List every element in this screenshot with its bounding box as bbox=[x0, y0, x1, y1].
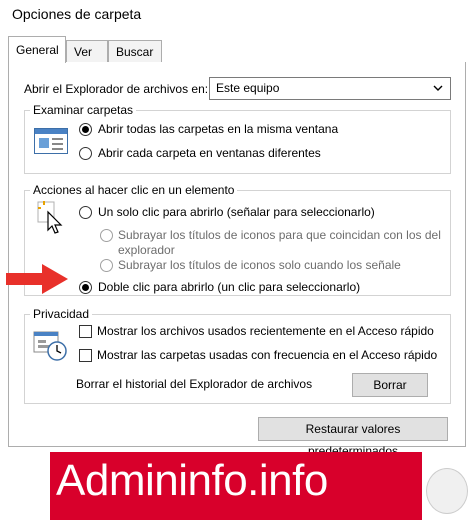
single-click-label: Un solo clic para abrirlo (señalar para … bbox=[98, 205, 375, 219]
different-windows-label: Abrir cada carpeta en ventanas diferente… bbox=[98, 146, 321, 160]
window-icon bbox=[34, 128, 68, 154]
window-title: Opciones de carpeta bbox=[12, 6, 142, 22]
privacy-folder-clock-icon bbox=[32, 328, 68, 362]
click-actions-legend: Acciones al hacer clic en un elemento bbox=[30, 183, 238, 197]
clear-history-button[interactable]: Borrar bbox=[352, 373, 428, 397]
frequent-folders-label: Mostrar las carpetas usadas con frecuenc… bbox=[97, 348, 438, 362]
tab-general[interactable]: General bbox=[8, 36, 66, 63]
checkbox-recent-files[interactable] bbox=[79, 325, 92, 338]
underline-hover-label: Subrayar los títulos de iconos solo cuan… bbox=[118, 258, 401, 272]
pointer-click-icon bbox=[36, 200, 66, 236]
watermark-logo bbox=[426, 468, 468, 514]
recent-files-label: Mostrar los archivos usados recientement… bbox=[97, 324, 434, 338]
same-window-label: Abrir todas las carpetas en la misma ven… bbox=[98, 122, 339, 136]
radio-single-click[interactable] bbox=[79, 206, 92, 219]
double-click-label: Doble clic para abrirlo (un clic para se… bbox=[98, 280, 361, 294]
browse-folders-group bbox=[24, 110, 451, 174]
checkbox-frequent-folders[interactable] bbox=[79, 349, 92, 362]
open-explorer-label: Abrir el Explorador de archivos en: bbox=[24, 82, 209, 96]
restore-defaults-button[interactable]: Restaurar valores predeterminados bbox=[258, 417, 448, 458]
tab-buscar[interactable]: Buscar bbox=[108, 40, 162, 62]
radio-same-window[interactable] bbox=[79, 123, 92, 136]
radio-underline-consistent[interactable] bbox=[100, 229, 113, 242]
clear-history-label: Borrar el historial del Explorador de ar… bbox=[76, 377, 313, 391]
red-arrow-icon bbox=[6, 264, 68, 294]
underline-consistent-label: Subrayar los títulos de iconos para que … bbox=[118, 228, 441, 242]
tab-ver[interactable]: Ver bbox=[66, 40, 108, 62]
privacy-legend: Privacidad bbox=[30, 307, 93, 321]
open-explorer-dropdown[interactable]: Este equipo bbox=[209, 77, 451, 100]
open-explorer-value: Este equipo bbox=[216, 81, 280, 95]
radio-double-click[interactable] bbox=[79, 281, 92, 294]
browse-folders-legend: Examinar carpetas bbox=[30, 103, 137, 117]
radio-different-windows[interactable] bbox=[79, 147, 92, 160]
underline-consistent-label-cont: explorador bbox=[118, 243, 175, 257]
watermark-text: Admininfo.info bbox=[56, 456, 328, 505]
radio-underline-hover[interactable] bbox=[100, 259, 113, 272]
chevron-down-icon bbox=[433, 85, 443, 91]
